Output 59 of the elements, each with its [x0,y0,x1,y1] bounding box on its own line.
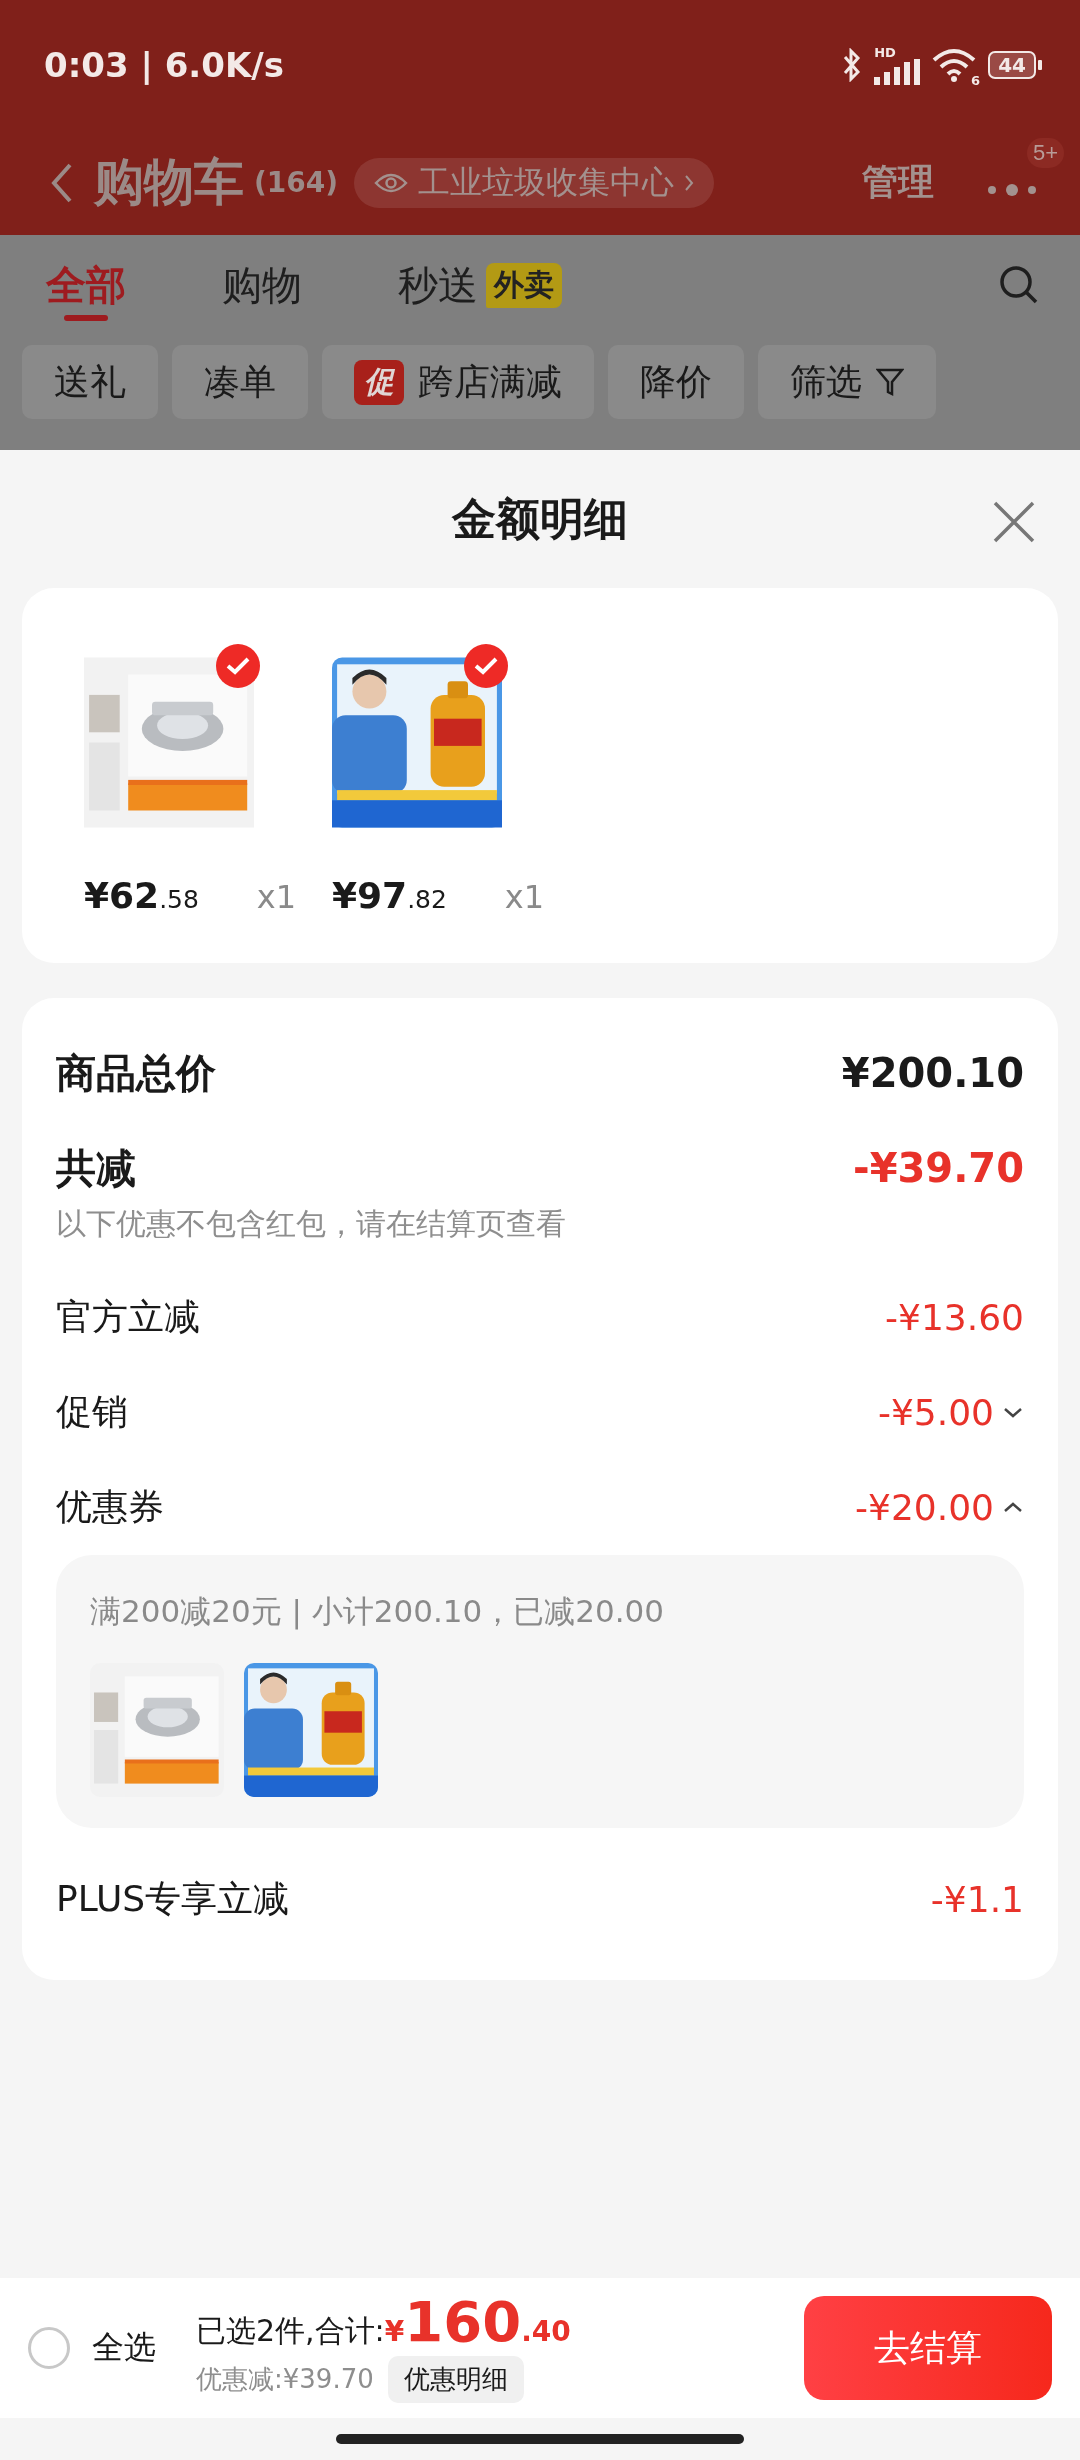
back-icon[interactable] [50,161,74,204]
category-tab[interactable]: 购物 [222,245,302,325]
check-icon [226,657,250,675]
total-amount: ¥160.40 [384,2293,571,2350]
tab-badge: 外卖 [486,262,562,308]
item-checkbox[interactable] [216,644,260,688]
coupon-summary: 满200减20元 | 小计200.10，已减20.00 [90,1592,665,1632]
location-chip[interactable]: 工业垃圾收集中心 [354,157,715,208]
selection-summary: 已选2件,合计: [196,2311,385,2350]
discount-note: 以下优惠不包含红包，请在结算页查看 [56,1205,567,1243]
total-value: ¥200.10 [841,1050,1024,1096]
select-all-checkbox[interactable] [28,2327,70,2369]
search-icon[interactable] [998,264,1040,306]
item-price: ¥62.58 [84,875,199,916]
chevron-right-icon [684,173,695,192]
item-quantity: x1 [504,878,544,916]
filter-icon [876,367,904,397]
chevron-down-icon[interactable] [1002,1406,1024,1419]
bluetooth-icon [842,48,863,82]
wifi-label: 6 [971,73,981,88]
status-time: 0:03 | 6.0K/s [44,45,284,85]
saved-amount: 优惠减:¥39.70 [196,2362,374,2396]
item-quantity: x1 [256,878,296,916]
notification-badge: 5+ [1026,137,1064,168]
item-price: ¥97.82 [332,875,447,916]
promo-tag: 促 [354,359,404,405]
discount-item-label: 优惠券 [56,1485,164,1529]
filter-chip[interactable]: 送礼 [22,345,158,419]
category-tab[interactable]: 秒送 外卖 [398,245,562,325]
plus-discount-label: PLUS专享立减 [56,1876,290,1921]
close-icon[interactable] [992,500,1036,544]
discount-item-value: -¥13.60 [885,1297,1024,1338]
total-label: 商品总价 [56,1048,216,1098]
filter-chip[interactable]: 促 跨店满减 [322,345,594,419]
sheet-title: 金额明细 [452,491,628,546]
filter-chip[interactable]: 筛选 [758,345,936,419]
network-label: HD [874,45,896,59]
checkout-button[interactable]: 去结算 [804,2296,1052,2400]
discount-item-label: 官方立减 [56,1295,200,1339]
manage-link[interactable]: 管理 [862,158,934,207]
discount-item-label: 促销 [56,1390,128,1434]
more-button[interactable]: 5+ [984,137,1064,228]
item-checkbox[interactable] [464,644,508,688]
cart-count: (164) [254,166,339,199]
check-icon [474,657,498,675]
signal-icon [874,58,921,85]
eye-icon [374,171,409,194]
filter-chip[interactable]: 凑单 [172,345,308,419]
discount-label: 共减 [56,1143,136,1193]
filter-chip[interactable]: 降价 [608,345,744,419]
select-all-label: 全选 [92,2327,156,2368]
chevron-up-icon[interactable] [1002,1501,1024,1514]
discount-item-value: -¥5.00 [877,1392,994,1433]
discount-detail-button[interactable]: 优惠明细 [387,2355,524,2403]
page-title: 购物车 [94,152,244,213]
discount-value: -¥39.70 [853,1145,1024,1191]
battery-level: 44 [988,51,1036,79]
discount-item-value: -¥20.00 [855,1487,994,1528]
plus-discount-value: -¥1.1 [930,1878,1024,1920]
